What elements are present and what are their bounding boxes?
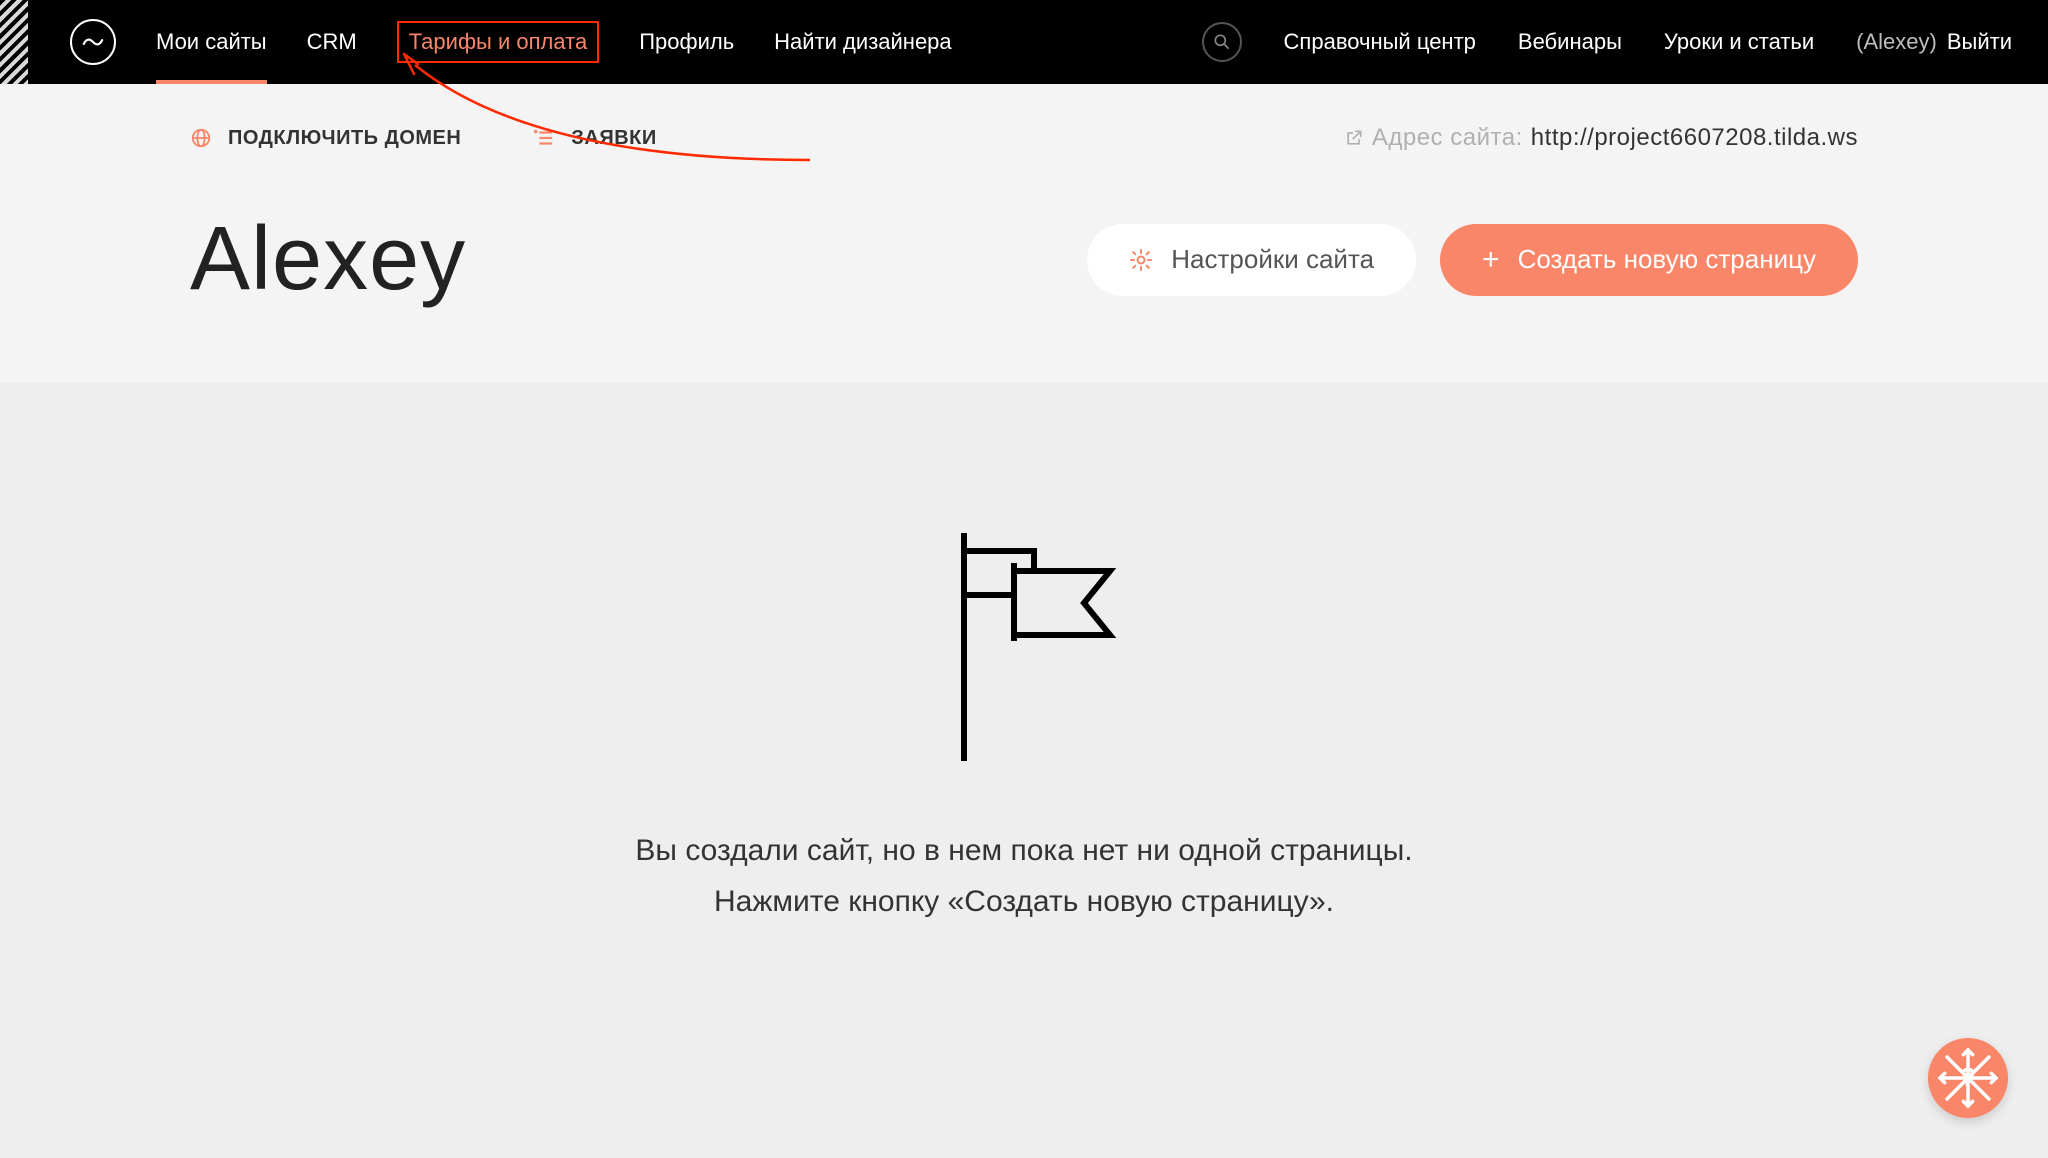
nav-label: Профиль — [639, 29, 734, 54]
nav-crm[interactable]: CRM — [307, 2, 357, 82]
page-header-band: ПОДКЛЮЧИТЬ ДОМЕН ЗАЯВКИ — [0, 84, 2048, 383]
nav-label: Мои сайты — [156, 29, 267, 54]
nav-profile[interactable]: Профиль — [639, 2, 734, 82]
search-icon[interactable] — [1202, 22, 1242, 62]
connect-domain-label: ПОДКЛЮЧИТЬ ДОМЕН — [228, 127, 461, 150]
username-label: (Alexey) — [1856, 29, 1937, 55]
nav-right-group: Справочный центр Вебинары Уроки и статьи… — [1202, 22, 2012, 62]
nav-help[interactable]: Справочный центр — [1284, 29, 1476, 55]
svg-text:?: ? — [1960, 1064, 1976, 1092]
create-page-label: Создать новую страницу — [1518, 244, 1816, 275]
address-url[interactable]: http://project6607208.tilda.ws — [1531, 124, 1858, 152]
nav-label: CRM — [307, 29, 357, 54]
flags-icon — [924, 523, 1124, 763]
nav-label: Вебинары — [1518, 29, 1622, 54]
user-chunk: (Alexey) Выйти — [1856, 29, 2012, 55]
requests-link[interactable]: ЗАЯВКИ — [531, 127, 656, 150]
snowflake-help-icon: ? — [1933, 1043, 2003, 1113]
nav-left-group: Мои сайты CRM Тарифы и оплата Профиль На… — [156, 2, 952, 82]
band-bottom-row: Alexey Настройки сайта + Создать новую с… — [190, 208, 1858, 311]
create-page-button[interactable]: + Создать новую страницу — [1440, 224, 1858, 296]
empty-text-block: Вы создали сайт, но в нем пока нет ни од… — [635, 825, 1412, 927]
requests-label: ЗАЯВКИ — [571, 127, 656, 150]
logout-label: Выйти — [1947, 29, 2012, 54]
nav-label: Тарифы и оплата — [409, 29, 587, 54]
site-settings-label: Настройки сайта — [1171, 244, 1374, 275]
address-label: Адрес сайта: — [1372, 124, 1523, 152]
nav-label: Справочный центр — [1284, 29, 1476, 54]
app-root: Мои сайты CRM Тарифы и оплата Профиль На… — [0, 0, 2048, 1158]
nav-webinars[interactable]: Вебинары — [1518, 29, 1622, 55]
empty-state: Вы создали сайт, но в нем пока нет ни од… — [0, 383, 2048, 1083]
nav-mysites[interactable]: Мои сайты — [156, 2, 267, 82]
band-top-left: ПОДКЛЮЧИТЬ ДОМЕН ЗАЯВКИ — [190, 127, 657, 150]
help-badge-button[interactable]: ? — [1928, 1038, 2008, 1118]
top-nav: Мои сайты CRM Тарифы и оплата Профиль На… — [0, 0, 2048, 84]
connect-domain-link[interactable]: ПОДКЛЮЧИТЬ ДОМЕН — [190, 127, 461, 150]
project-title: Alexey — [190, 208, 466, 311]
gear-icon — [1129, 248, 1153, 272]
plus-icon: + — [1482, 243, 1500, 277]
empty-line1: Вы создали сайт, но в нем пока нет ни од… — [635, 825, 1412, 876]
nav-lessons[interactable]: Уроки и статьи — [1664, 29, 1814, 55]
band-top-row: ПОДКЛЮЧИТЬ ДОМЕН ЗАЯВКИ — [190, 124, 1858, 152]
nav-finddesigner[interactable]: Найти дизайнера — [774, 2, 951, 82]
nav-label: Уроки и статьи — [1664, 29, 1814, 54]
site-address: Адрес сайта: http://project6607208.tilda… — [1344, 124, 1858, 152]
nav-tariffs[interactable]: Тарифы и оплата — [397, 21, 599, 63]
tilda-logo-icon[interactable] — [70, 19, 116, 65]
empty-line2: Нажмите кнопку «Создать новую страницу». — [635, 876, 1412, 927]
nav-label: Найти дизайнера — [774, 29, 951, 54]
list-plus-icon — [531, 127, 555, 149]
project-buttons: Настройки сайта + Создать новую страницу — [1087, 224, 1858, 296]
site-settings-button[interactable]: Настройки сайта — [1087, 224, 1416, 296]
logo-wrap — [70, 19, 116, 65]
nav-decor-stripes — [0, 0, 28, 84]
globe-icon — [190, 127, 212, 149]
logout-link[interactable]: Выйти — [1947, 29, 2012, 55]
external-link-icon[interactable] — [1344, 128, 1364, 148]
